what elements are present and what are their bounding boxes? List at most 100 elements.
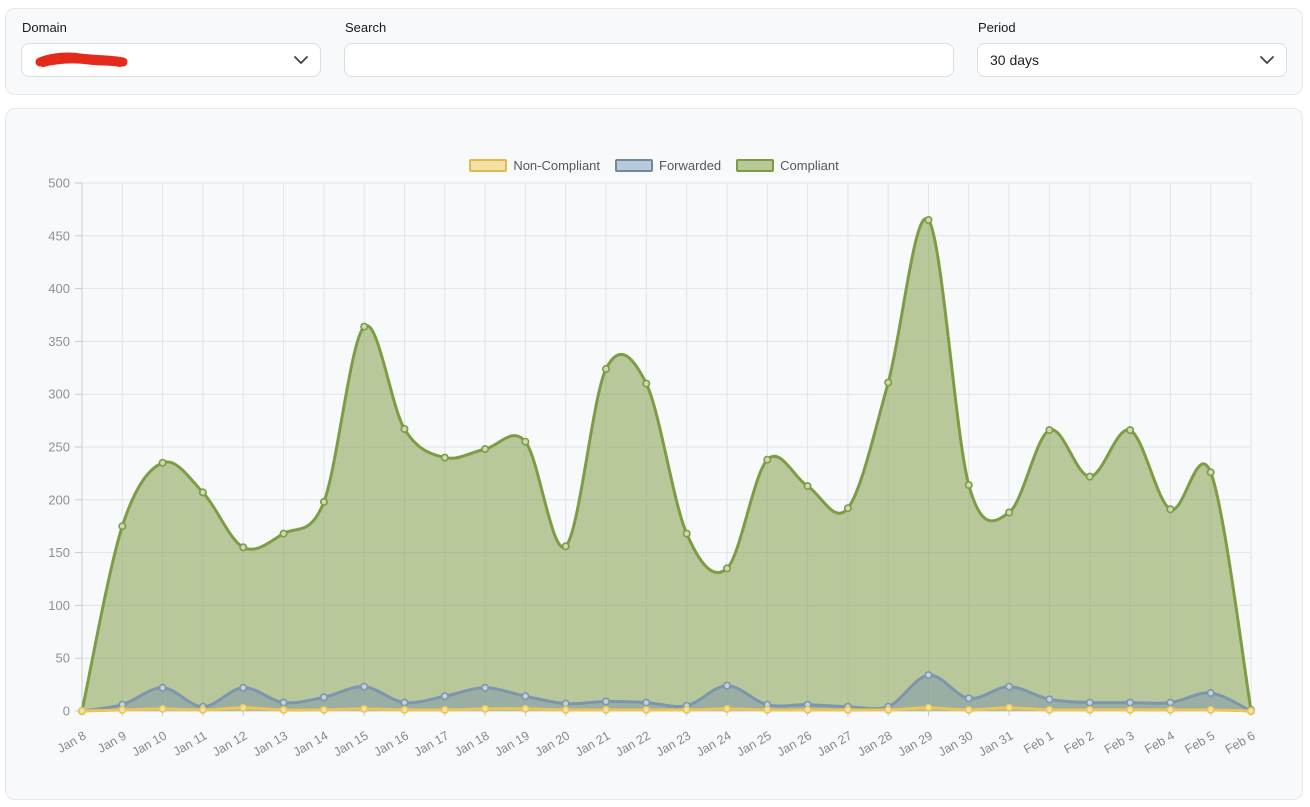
domain-label: Domain	[22, 20, 321, 36]
svg-text:Feb 3: Feb 3	[1102, 728, 1137, 756]
series-forwarded-point	[280, 699, 286, 705]
domain-field-group: Domain	[21, 20, 321, 94]
series-compliant-point	[321, 499, 327, 505]
series-compliant-point	[442, 454, 448, 460]
svg-text:Jan 22: Jan 22	[613, 728, 653, 759]
redacted-domain-scribble	[34, 51, 130, 69]
svg-text:450: 450	[48, 228, 70, 243]
series-compliant-point	[1087, 473, 1093, 479]
svg-text:150: 150	[48, 545, 70, 560]
series-compliant-point	[1046, 427, 1052, 433]
svg-text:Jan 18: Jan 18	[452, 728, 492, 759]
series-compliant-point	[1167, 506, 1173, 512]
svg-text:Jan 17: Jan 17	[412, 728, 452, 759]
series-forwarded-point	[159, 685, 165, 691]
series-forwarded-point	[643, 699, 649, 705]
series-compliant-point	[1006, 509, 1012, 515]
series-compliant-point	[200, 489, 206, 495]
legend-item-non-compliant[interactable]: Non-Compliant	[469, 158, 600, 173]
series-compliant-point	[845, 505, 851, 511]
period-select[interactable]: 30 days	[977, 43, 1287, 77]
series-non-compliant-point	[764, 707, 770, 713]
series-compliant-point	[159, 460, 165, 466]
series-forwarded-point	[240, 685, 246, 691]
svg-text:Feb 6: Feb 6	[1223, 728, 1258, 756]
svg-text:Jan 8: Jan 8	[55, 728, 89, 755]
legend-label-non-compliant: Non-Compliant	[513, 158, 600, 173]
series-forwarded-point	[522, 693, 528, 699]
svg-text:Jan 30: Jan 30	[936, 728, 976, 759]
series-forwarded-point	[1167, 699, 1173, 705]
series-compliant-point	[643, 380, 649, 386]
filter-bar: Domain Search Period 30 days	[5, 8, 1303, 95]
search-input[interactable]	[344, 43, 954, 77]
series-non-compliant-point	[482, 706, 488, 712]
svg-text:Jan 12: Jan 12	[210, 728, 250, 759]
series-forwarded-point	[401, 699, 407, 705]
series-forwarded-point	[1208, 690, 1214, 696]
series-non-compliant-point	[200, 707, 206, 713]
series-non-compliant-point	[1127, 707, 1133, 713]
series-non-compliant-point	[724, 706, 730, 712]
svg-text:Jan 14: Jan 14	[291, 728, 331, 759]
domain-select[interactable]	[21, 43, 321, 77]
series-non-compliant-point	[603, 707, 609, 713]
chart-legend: Non-Compliant Forwarded Compliant	[6, 158, 1302, 173]
series-forwarded-point	[1046, 696, 1052, 702]
series-compliant-point	[361, 323, 367, 329]
series-non-compliant-point	[1167, 707, 1173, 713]
series-compliant-point	[684, 530, 690, 536]
chevron-down-icon	[1260, 56, 1274, 64]
series-compliant-point	[482, 446, 488, 452]
svg-text:Jan 31: Jan 31	[976, 728, 1016, 759]
svg-text:200: 200	[48, 492, 70, 507]
series-forwarded-point	[603, 698, 609, 704]
series-compliant-point	[280, 530, 286, 536]
series-compliant-point	[603, 366, 609, 372]
series-compliant-point	[724, 565, 730, 571]
legend-item-compliant[interactable]: Compliant	[736, 158, 839, 173]
svg-text:Jan 24: Jan 24	[694, 728, 734, 759]
series-compliant-point	[925, 217, 931, 223]
series-non-compliant-point	[442, 707, 448, 713]
svg-text:Feb 5: Feb 5	[1183, 728, 1218, 756]
svg-text:Jan 15: Jan 15	[331, 728, 371, 759]
series-forwarded-point	[321, 694, 327, 700]
series-compliant-point	[764, 457, 770, 463]
legend-item-forwarded[interactable]: Forwarded	[615, 158, 721, 173]
series-non-compliant-point	[1087, 707, 1093, 713]
svg-text:500: 500	[48, 176, 70, 191]
search-label: Search	[345, 20, 954, 36]
legend-swatch-non-compliant	[469, 159, 507, 172]
series-non-compliant-point	[401, 707, 407, 713]
series-non-compliant-point	[1208, 707, 1214, 713]
svg-text:250: 250	[48, 440, 70, 455]
svg-text:400: 400	[48, 281, 70, 296]
svg-text:Jan 19: Jan 19	[492, 728, 532, 759]
series-compliant-point	[1208, 469, 1214, 475]
svg-text:Jan 20: Jan 20	[533, 728, 573, 759]
series-non-compliant-point	[280, 707, 286, 713]
series-forwarded-point	[724, 683, 730, 689]
series-non-compliant-point	[321, 707, 327, 713]
svg-text:Feb 4: Feb 4	[1142, 728, 1177, 756]
series-non-compliant-point	[845, 707, 851, 713]
series-compliant-point	[563, 543, 569, 549]
series-compliant-point	[119, 523, 125, 529]
series-compliant-point	[522, 439, 528, 445]
series-non-compliant-point	[966, 707, 972, 713]
series-compliant-point	[240, 544, 246, 550]
series-non-compliant-point	[159, 706, 165, 712]
series-forwarded-point	[1127, 699, 1133, 705]
svg-text:Jan 26: Jan 26	[775, 728, 815, 759]
svg-text:50: 50	[56, 651, 70, 666]
svg-text:0: 0	[63, 704, 70, 719]
series-non-compliant-point	[804, 707, 810, 713]
series-forwarded-point	[361, 684, 367, 690]
svg-text:Feb 2: Feb 2	[1062, 728, 1097, 756]
series-compliant-point	[885, 379, 891, 385]
series-forwarded-point	[925, 672, 931, 678]
series-forwarded-point	[966, 695, 972, 701]
series-non-compliant-point	[925, 705, 931, 711]
svg-text:Jan 25: Jan 25	[734, 728, 774, 759]
